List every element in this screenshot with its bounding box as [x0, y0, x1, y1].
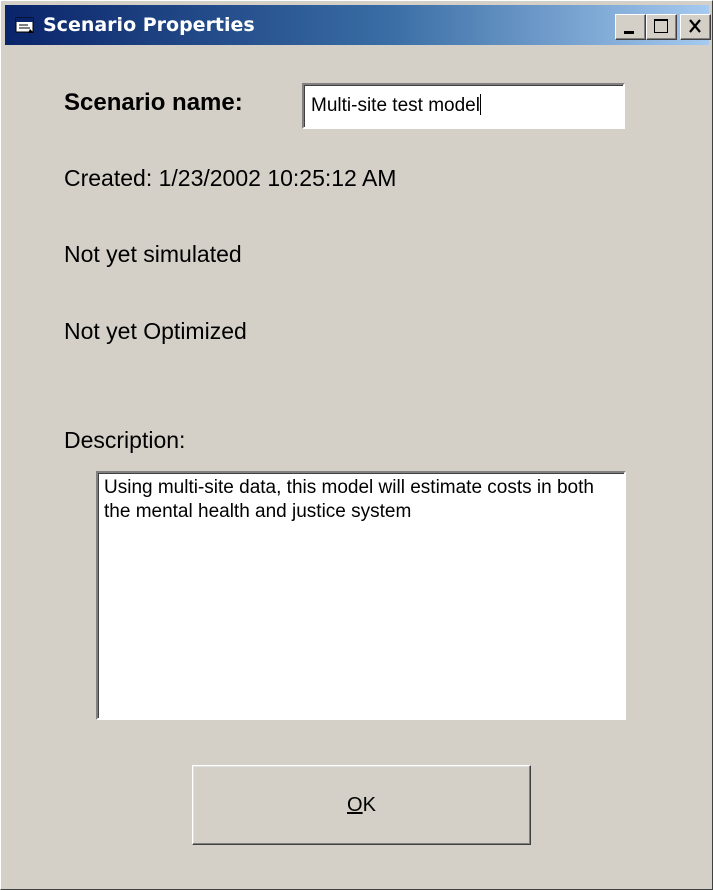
- optimization-status: Not yet Optimized: [64, 318, 247, 344]
- maximize-button[interactable]: [646, 14, 677, 40]
- description-textarea[interactable]: Using multi-site data, this model will e…: [96, 471, 626, 720]
- scenario-app-icon[interactable]: [15, 16, 35, 34]
- window-title: Scenario Properties: [43, 14, 255, 36]
- ok-mnemonic: O: [347, 794, 363, 816]
- close-button[interactable]: [680, 14, 711, 40]
- text-caret: [479, 94, 481, 115]
- ok-label: K: [362, 794, 376, 816]
- description-label: Description:: [64, 427, 186, 453]
- maximize-icon: [654, 19, 668, 33]
- scenario-name-input[interactable]: Multi-site test model: [302, 83, 625, 129]
- minimize-button[interactable]: [615, 14, 646, 40]
- minimize-icon: [624, 31, 634, 34]
- simulation-status: Not yet simulated: [64, 241, 242, 267]
- created-timestamp: Created: 1/23/2002 10:25:12 AM: [64, 165, 397, 191]
- scenario-name-label: Scenario name:: [64, 89, 243, 116]
- description-value: Using multi-site data, this model will e…: [104, 477, 594, 522]
- close-icon: [689, 19, 701, 33]
- scenario-properties-window: Scenario Properties Scenario name: Multi…: [0, 0, 713, 890]
- ok-button[interactable]: OK: [192, 765, 531, 845]
- title-bar[interactable]: Scenario Properties: [5, 5, 711, 45]
- scenario-name-value: Multi-site test model: [311, 95, 480, 116]
